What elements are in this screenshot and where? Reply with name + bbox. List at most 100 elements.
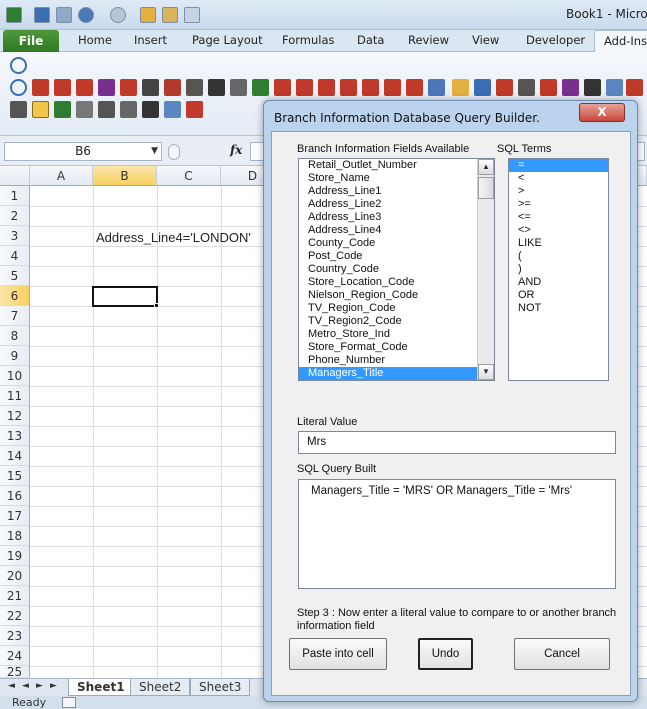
addin-icon[interactable] [274, 79, 291, 96]
sql-terms-listbox[interactable]: = < > >= <= <> LIKE ( ) AND OR NOT [508, 158, 609, 381]
column-header-a[interactable]: A [30, 166, 93, 186]
binoculars-icon[interactable] [584, 79, 601, 96]
field-item[interactable]: TV_Region2_Code [299, 315, 494, 328]
undo-icon[interactable] [78, 7, 94, 23]
open-icon[interactable] [162, 7, 178, 23]
addin-icon[interactable] [540, 79, 557, 96]
addin-icon[interactable] [98, 101, 115, 118]
row-header[interactable]: 1 [0, 186, 30, 206]
addin-icon[interactable] [296, 79, 313, 96]
addin-icon[interactable] [32, 79, 49, 96]
sql-term-item[interactable]: AND [509, 276, 608, 289]
row-header[interactable]: 7 [0, 306, 30, 326]
row-header[interactable]: 16 [0, 486, 30, 506]
row-header[interactable]: 21 [0, 586, 30, 606]
tab-add-ins[interactable]: Add-Ins [594, 30, 647, 53]
butterfly-icon[interactable] [186, 101, 203, 118]
literal-value-input[interactable]: Mrs [298, 431, 616, 454]
sql-term-item[interactable]: ( [509, 250, 608, 263]
addin-icon[interactable] [76, 79, 93, 96]
field-item[interactable]: Store_Location_Code [299, 276, 494, 289]
redo-icon[interactable] [110, 7, 126, 23]
addin-icon[interactable] [98, 79, 115, 96]
addin-icon[interactable] [142, 79, 159, 96]
table-icon[interactable] [606, 79, 623, 96]
row-header[interactable]: 25 [0, 666, 30, 678]
addin-icon[interactable] [208, 79, 225, 96]
addin-icon[interactable] [406, 79, 423, 96]
sql-term-item[interactable]: <= [509, 211, 608, 224]
folder-icon[interactable] [452, 79, 469, 96]
row-header[interactable]: 10 [0, 366, 30, 386]
sql-term-item-selected[interactable]: = [509, 159, 608, 172]
tab-view[interactable]: View [472, 33, 499, 47]
fields-listbox[interactable]: Retail_Outlet_Number Store_Name Address_… [298, 158, 495, 381]
addin-icon[interactable] [384, 79, 401, 96]
excel-app-icon[interactable] [6, 7, 22, 23]
row-header[interactable]: 17 [0, 506, 30, 526]
addin-icon[interactable] [626, 79, 643, 96]
column-header-b[interactable]: B [93, 166, 157, 186]
sql-term-item[interactable]: <> [509, 224, 608, 237]
tab-developer[interactable]: Developer [526, 33, 585, 47]
tab-insert[interactable]: Insert [134, 33, 167, 47]
addin-icon[interactable] [252, 79, 269, 96]
save-icon[interactable] [34, 7, 50, 23]
addin-icon[interactable] [428, 79, 445, 96]
close-button[interactable]: X [579, 103, 625, 122]
row-header[interactable]: 8 [0, 326, 30, 346]
field-item[interactable]: Address_Line3 [299, 211, 494, 224]
insert-function-button[interactable]: fx [230, 143, 242, 157]
sql-icon[interactable] [32, 101, 49, 118]
calendar-icon[interactable] [164, 101, 181, 118]
field-item[interactable]: Phone_Number [299, 354, 494, 367]
excel-icon[interactable] [54, 101, 71, 118]
last-sheet-icon[interactable]: ► [50, 681, 57, 691]
addin-icon[interactable] [496, 79, 513, 96]
chevron-down-icon[interactable]: ▼ [151, 143, 158, 160]
cancel-button[interactable]: Cancel [514, 638, 610, 670]
row-header[interactable]: 20 [0, 566, 30, 586]
addin-icon[interactable] [362, 79, 379, 96]
paste-into-cell-button[interactable]: Paste into cell [289, 638, 387, 670]
pen-icon[interactable] [10, 101, 27, 118]
fields-scrollbar[interactable]: ▲ ▼ [477, 159, 494, 380]
sql-term-item[interactable]: OR [509, 289, 608, 302]
field-item[interactable]: Metro_Store_Ind [299, 328, 494, 341]
addin-icon[interactable] [54, 79, 71, 96]
field-item[interactable]: Post_Code [299, 250, 494, 263]
row-header[interactable]: 19 [0, 546, 30, 566]
row-header[interactable]: 23 [0, 626, 30, 646]
addin-icon[interactable] [164, 79, 181, 96]
field-item[interactable]: Address_Line1 [299, 185, 494, 198]
row-header[interactable]: 3 [0, 226, 30, 246]
field-item[interactable]: Address_Line4 [299, 224, 494, 237]
prev-sheet-icon[interactable]: ◄ [22, 681, 29, 691]
select-all-corner[interactable] [0, 166, 30, 186]
row-header[interactable]: 9 [0, 346, 30, 366]
row-header[interactable]: 14 [0, 446, 30, 466]
addin-icon[interactable] [230, 79, 247, 96]
field-item[interactable]: County_Code [299, 237, 494, 250]
sheet-tab-sheet1[interactable]: Sheet1 [68, 679, 134, 696]
row-header[interactable]: 24 [0, 646, 30, 666]
fill-handle[interactable] [154, 303, 159, 308]
row-header[interactable]: 4 [0, 246, 30, 266]
scroll-thumb[interactable] [478, 177, 494, 199]
field-item[interactable]: Store_Format_Code [299, 341, 494, 354]
sql-term-item[interactable]: >= [509, 198, 608, 211]
sql-term-item[interactable]: NOT [509, 302, 608, 315]
scroll-up-icon[interactable]: ▲ [478, 159, 494, 175]
scroll-down-icon[interactable]: ▼ [478, 364, 494, 380]
active-cell-b6[interactable] [92, 286, 158, 307]
sql-query-textarea[interactable]: Managers_Title = 'MRS' OR Managers_Title… [298, 479, 616, 589]
row-header[interactable]: 12 [0, 406, 30, 426]
addin-icon[interactable] [562, 79, 579, 96]
row-header-selected[interactable]: 6 [0, 286, 30, 306]
formula-zoom-handle[interactable] [168, 144, 180, 160]
name-box[interactable]: B6 ▼ [4, 142, 162, 161]
addin-icon[interactable] [186, 79, 203, 96]
sql-term-item[interactable]: < [509, 172, 608, 185]
sheet-tab-sheet3[interactable]: Sheet3 [190, 679, 251, 696]
next-sheet-icon[interactable]: ► [36, 681, 43, 691]
